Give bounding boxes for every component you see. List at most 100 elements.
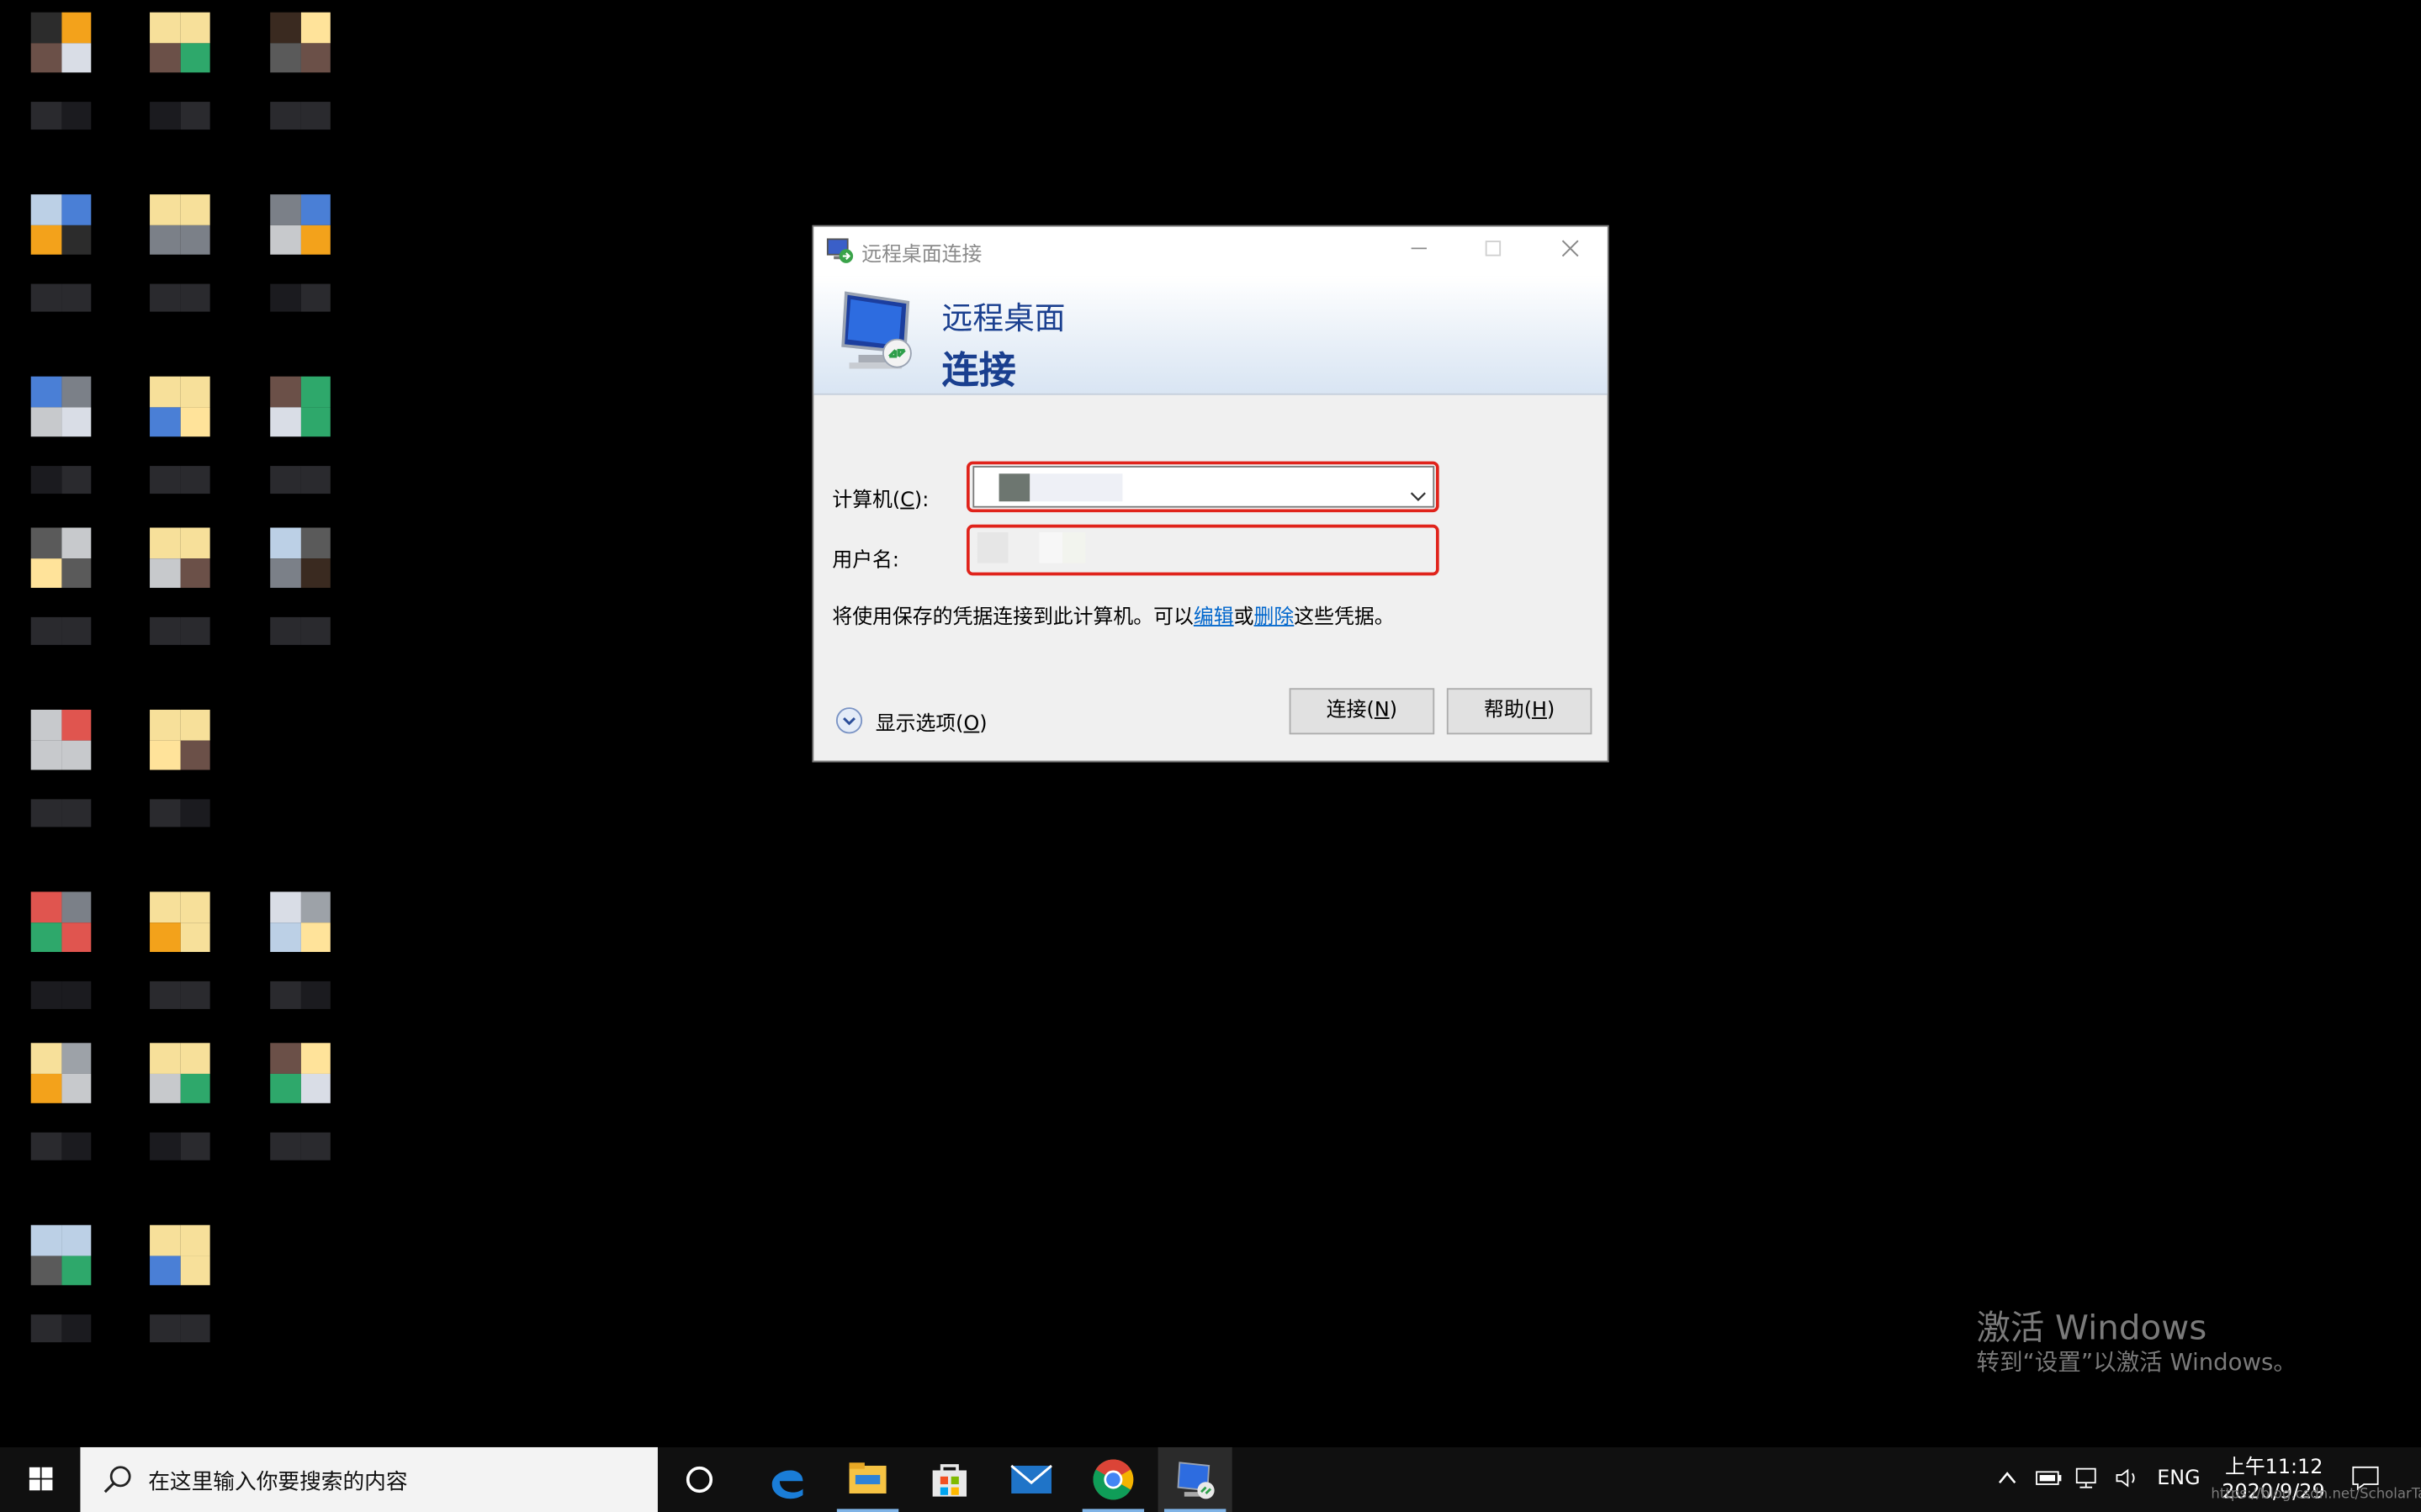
icon-mosaic-tile	[150, 527, 180, 558]
desktop-shortcut-icon[interactable]	[150, 12, 242, 136]
chrome-icon[interactable]	[1076, 1447, 1150, 1512]
search-placeholder: 在这里输入你要搜索的内容	[148, 1470, 408, 1495]
desktop-shortcut-icon[interactable]	[150, 1043, 242, 1166]
icon-mosaic-tile	[179, 224, 210, 255]
desktop-shortcut-icon[interactable]	[270, 891, 363, 1015]
input-language[interactable]: ENG	[2157, 1467, 2200, 1491]
desktop-shortcut-icon[interactable]	[30, 12, 124, 136]
desktop-shortcut-icon[interactable]	[30, 376, 124, 500]
icon-mosaic-tile	[270, 527, 301, 558]
icon-mosaic-tile	[61, 12, 92, 43]
icon-label-mosaic	[30, 466, 61, 494]
icon-label-mosaic	[61, 981, 92, 1009]
desktop-shortcut-icon[interactable]	[30, 194, 124, 318]
desktop-shortcut-icon[interactable]	[270, 12, 363, 136]
username-value-redacted	[977, 531, 1086, 563]
icon-mosaic-tile	[30, 194, 61, 225]
icon-mosaic-tile	[179, 922, 210, 953]
icon-mosaic-tile	[61, 1224, 92, 1256]
icon-mosaic-tile	[300, 224, 331, 255]
icon-mosaic-tile	[61, 1073, 92, 1103]
network-icon[interactable]	[2074, 1466, 2105, 1497]
maximize-button[interactable]	[1458, 227, 1528, 275]
desktop-shortcut-icon[interactable]	[150, 527, 242, 651]
icon-label-mosaic	[150, 799, 180, 827]
icon-label-mosaic	[30, 283, 61, 312]
computer-combobox[interactable]	[972, 466, 1435, 510]
icon-mosaic-tile	[179, 1043, 210, 1074]
icon-mosaic-tile	[61, 194, 92, 225]
icon-mosaic-tile	[300, 42, 331, 73]
connect-button[interactable]: 连接(N)	[1289, 688, 1435, 735]
minimize-button[interactable]	[1384, 227, 1454, 275]
desktop-shortcut-icon[interactable]	[30, 527, 124, 651]
desktop-shortcut-icon[interactable]	[150, 891, 242, 1015]
activate-windows-subtitle: 转到“设置”以激活 Windows。	[1976, 1348, 2297, 1377]
cortana-icon[interactable]	[662, 1447, 736, 1512]
show-hidden-icons-button[interactable]	[1995, 1466, 2019, 1497]
icon-mosaic-tile	[300, 922, 331, 953]
desktop-shortcut-icon[interactable]	[150, 709, 242, 833]
icon-label-mosaic	[270, 1132, 301, 1160]
clock-time[interactable]: 上午11:12	[2225, 1451, 2323, 1480]
icon-mosaic-tile	[179, 1224, 210, 1256]
icon-mosaic-tile	[300, 406, 331, 437]
start-button[interactable]	[3, 1447, 77, 1512]
icon-mosaic-tile	[150, 1255, 180, 1286]
icon-label-mosaic	[150, 1314, 180, 1343]
desktop-shortcut-icon[interactable]	[30, 709, 124, 833]
close-icon	[1561, 240, 1579, 257]
search-box[interactable]: 在这里输入你要搜索的内容	[80, 1446, 658, 1512]
mail-icon[interactable]	[994, 1447, 1068, 1512]
icon-mosaic-tile	[30, 891, 61, 923]
edit-credentials-link[interactable]: 编辑	[1194, 606, 1234, 630]
activate-windows-title: 激活 Windows	[1976, 1309, 2207, 1349]
icon-mosaic-tile	[270, 1043, 301, 1074]
icon-label-mosaic	[270, 616, 301, 645]
icon-mosaic-tile	[61, 224, 92, 255]
desktop-shortcut-icon[interactable]	[150, 1224, 242, 1349]
icon-mosaic-tile	[30, 558, 61, 589]
icon-label-mosaic	[61, 1314, 92, 1343]
icon-mosaic-tile	[150, 922, 180, 953]
desktop-shortcut-icon[interactable]	[270, 527, 363, 651]
icon-mosaic-tile	[30, 224, 61, 255]
desktop-shortcut-icon[interactable]	[150, 376, 242, 500]
icon-label-mosaic	[300, 981, 331, 1009]
icon-label-mosaic	[300, 466, 331, 494]
computer-value-redacted-2	[1030, 473, 1123, 502]
help-button[interactable]: 帮助(H)	[1446, 688, 1592, 735]
desktop-shortcut-icon[interactable]	[30, 1224, 124, 1349]
banner-title-line1: 远程桌面	[941, 299, 1066, 336]
desktop-shortcut-icon[interactable]	[30, 891, 124, 1015]
battery-icon[interactable]	[2033, 1466, 2064, 1497]
chevron-down-icon[interactable]	[1410, 480, 1427, 510]
volume-icon[interactable]	[2114, 1466, 2145, 1497]
file-explorer-icon[interactable]	[830, 1447, 904, 1512]
close-button[interactable]	[1534, 227, 1605, 275]
title-bar[interactable]: 远程桌面连接	[813, 226, 1608, 277]
icon-mosaic-tile	[270, 1073, 301, 1103]
edge-icon[interactable]	[750, 1447, 824, 1512]
desktop-shortcut-icon[interactable]	[150, 194, 242, 318]
icon-label-mosaic	[61, 1132, 92, 1160]
store-icon[interactable]	[913, 1447, 987, 1512]
icon-label-mosaic	[30, 102, 61, 130]
banner-title-line2: 连接	[941, 348, 1016, 393]
delete-credentials-link[interactable]: 删除	[1254, 606, 1295, 630]
icon-label-mosaic	[61, 102, 92, 130]
icon-mosaic-tile	[30, 527, 61, 558]
icon-mosaic-tile	[270, 406, 301, 437]
icon-label-mosaic	[61, 799, 92, 827]
remote-desktop-taskbar-icon[interactable]	[1158, 1446, 1232, 1512]
icon-label-mosaic	[150, 1132, 180, 1160]
icon-label-mosaic	[61, 466, 92, 494]
desktop-shortcut-icon[interactable]	[30, 1043, 124, 1166]
icon-mosaic-tile	[300, 12, 331, 43]
icon-mosaic-tile	[150, 194, 180, 225]
desktop-shortcut-icon[interactable]	[270, 194, 363, 318]
icon-mosaic-tile	[61, 739, 92, 770]
icon-label-mosaic	[300, 1132, 331, 1160]
desktop-shortcut-icon[interactable]	[270, 1043, 363, 1166]
desktop-shortcut-icon[interactable]	[270, 376, 363, 500]
